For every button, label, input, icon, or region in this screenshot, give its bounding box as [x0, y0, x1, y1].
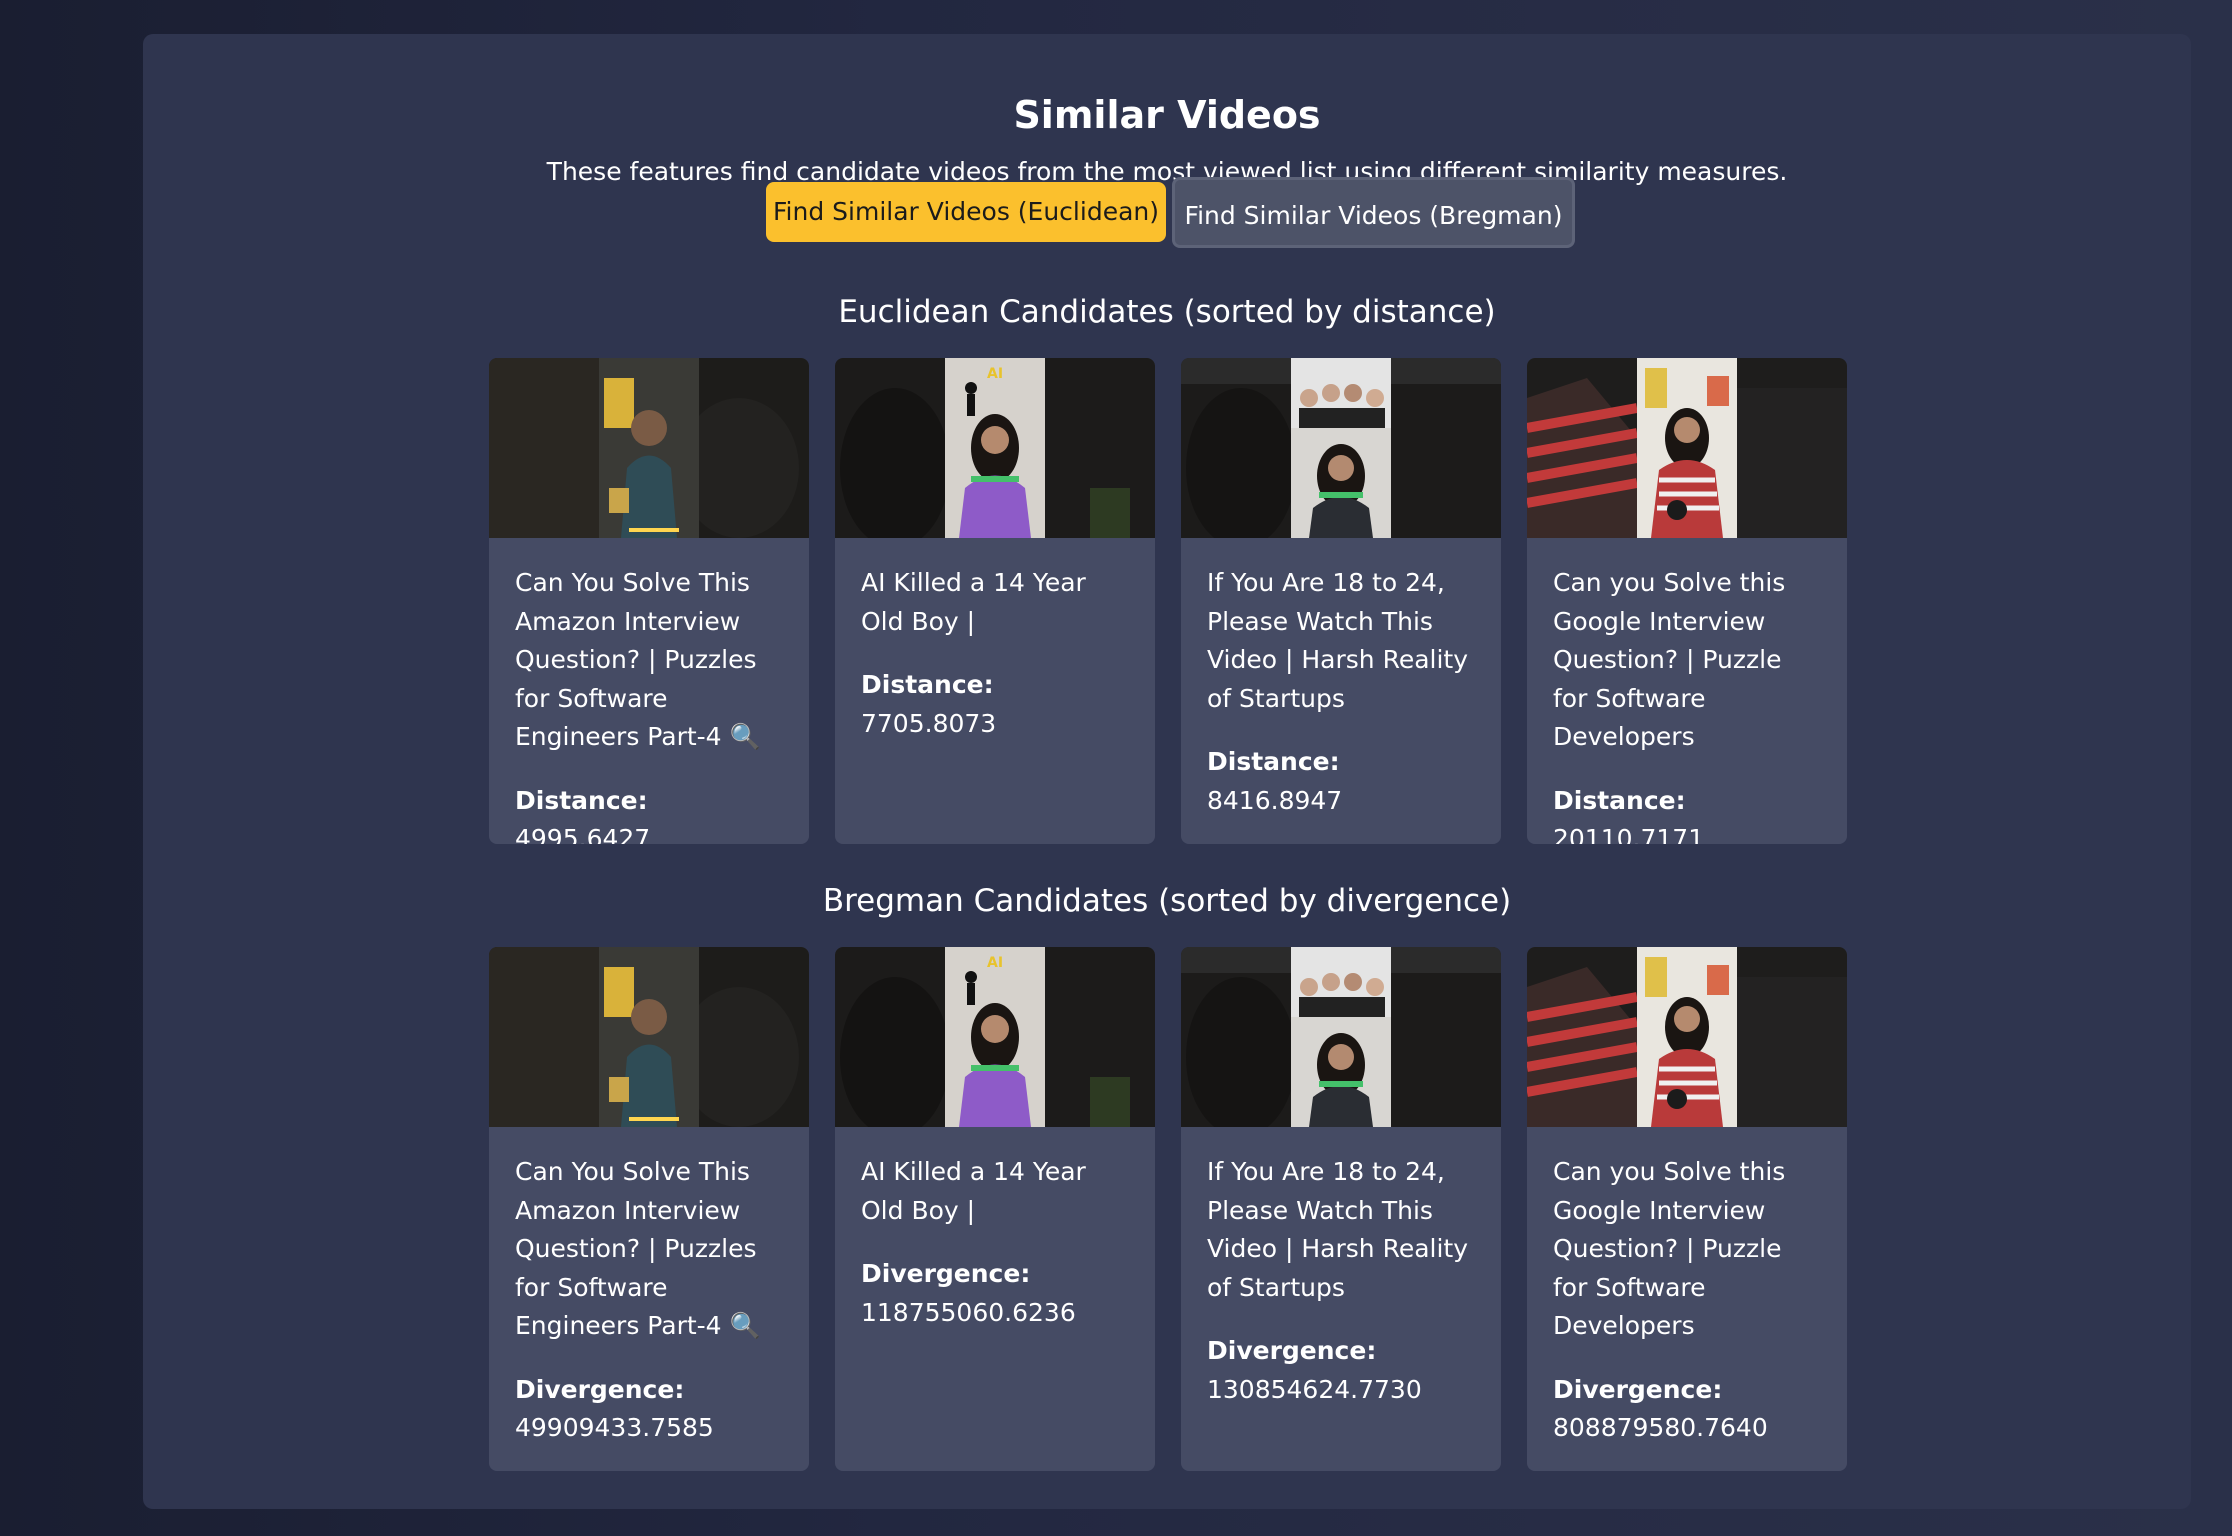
similar-videos-panel: Similar Videos These features find candi…: [143, 34, 2191, 1509]
distance-label: Distance:: [515, 785, 648, 815]
video-title: AI Killed a 14 Year Old Boy |: [861, 1157, 1086, 1225]
divergence-value: Divergence: 118755060.6236: [861, 1255, 1129, 1332]
startup-reality-thumbnail[interactable]: [1181, 947, 1501, 1127]
svg-text:AI: AI: [987, 366, 1003, 382]
bregman-card-2[interactable]: AI AI Killed a 14 Year Old Boy | Diverge…: [835, 947, 1155, 1471]
video-title: AI Killed a 14 Year Old Boy |: [861, 568, 1086, 636]
bregman-section-title: Bregman Candidates (sorted by divergence…: [822, 883, 1512, 919]
video-title: Can you Solve this Google Interview Ques…: [1553, 568, 1786, 751]
video-title: Can You Solve This Amazon Interview Ques…: [515, 568, 761, 751]
ai-killed-boy-thumbnail[interactable]: AI: [835, 358, 1155, 538]
video-title: Can you Solve this Google Interview Ques…: [1553, 1157, 1786, 1340]
distance-value: Distance: 8416.8947: [1207, 743, 1475, 820]
divergence-value: Divergence: 49909433.7585: [515, 1371, 783, 1448]
divergence-value: Divergence: 130854624.7730: [1207, 1332, 1475, 1409]
video-title: If You Are 18 to 24, Please Watch This V…: [1207, 1157, 1469, 1302]
find-similar-bregman-button[interactable]: Find Similar Videos (Bregman): [1172, 177, 1575, 248]
divergence-label: Divergence:: [1207, 1336, 1377, 1365]
distance-number: 7705.8073: [861, 708, 997, 738]
euclidean-card-4[interactable]: Can you Solve this Google Interview Ques…: [1527, 358, 1847, 844]
video-title: Can You Solve This Amazon Interview Ques…: [515, 1157, 761, 1340]
euclidean-card-3[interactable]: If You Are 18 to 24, Please Watch This V…: [1181, 358, 1501, 844]
distance-label: Distance:: [1207, 747, 1340, 776]
distance-label: Distance:: [1553, 785, 1686, 815]
distance-number: 20110.7171: [1553, 824, 1705, 844]
divergence-number: 118755060.6236: [861, 1297, 1076, 1327]
distance-label: Distance:: [861, 670, 994, 699]
distance-value: Distance: 4995.6427: [515, 782, 783, 845]
page-title: Similar Videos: [1013, 93, 1321, 137]
distance-value: Distance: 20110.7171: [1553, 782, 1821, 845]
startup-reality-thumbnail[interactable]: [1181, 358, 1501, 538]
google-puzzle-thumbnail[interactable]: [1527, 358, 1847, 538]
amazon-puzzle-thumbnail[interactable]: [489, 358, 809, 538]
bregman-card-3[interactable]: If You Are 18 to 24, Please Watch This V…: [1181, 947, 1501, 1471]
euclidean-card-1[interactable]: Can You Solve This Amazon Interview Ques…: [489, 358, 809, 844]
divergence-number: 49909433.7585: [515, 1413, 714, 1442]
euclidean-section-title: Euclidean Candidates (sorted by distance…: [838, 294, 1496, 330]
distance-number: 4995.6427: [515, 824, 651, 844]
divergence-value: Divergence: 808879580.7640: [1553, 1371, 1821, 1448]
video-title: If You Are 18 to 24, Please Watch This V…: [1207, 568, 1469, 713]
google-puzzle-thumbnail[interactable]: [1527, 947, 1847, 1127]
divergence-number: 808879580.7640: [1553, 1413, 1768, 1442]
bregman-card-4[interactable]: Can you Solve this Google Interview Ques…: [1527, 947, 1847, 1471]
divergence-label: Divergence:: [515, 1374, 685, 1404]
amazon-puzzle-thumbnail[interactable]: [489, 947, 809, 1127]
divergence-label: Divergence:: [1553, 1374, 1723, 1404]
bregman-card-1[interactable]: Can You Solve This Amazon Interview Ques…: [489, 947, 809, 1471]
euclidean-card-2[interactable]: AI AI Killed a 14 Year Old Boy | Distanc…: [835, 358, 1155, 844]
svg-text:AI: AI: [987, 955, 1003, 971]
ai-killed-boy-thumbnail[interactable]: AI: [835, 947, 1155, 1127]
divergence-label: Divergence:: [861, 1259, 1031, 1288]
page-subtitle: These features find candidate videos fro…: [546, 157, 1788, 186]
find-similar-euclidean-button[interactable]: Find Similar Videos (Euclidean): [766, 182, 1166, 242]
distance-value: Distance: 7705.8073: [861, 666, 1129, 743]
divergence-number: 130854624.7730: [1207, 1374, 1422, 1404]
distance-number: 8416.8947: [1207, 785, 1343, 815]
